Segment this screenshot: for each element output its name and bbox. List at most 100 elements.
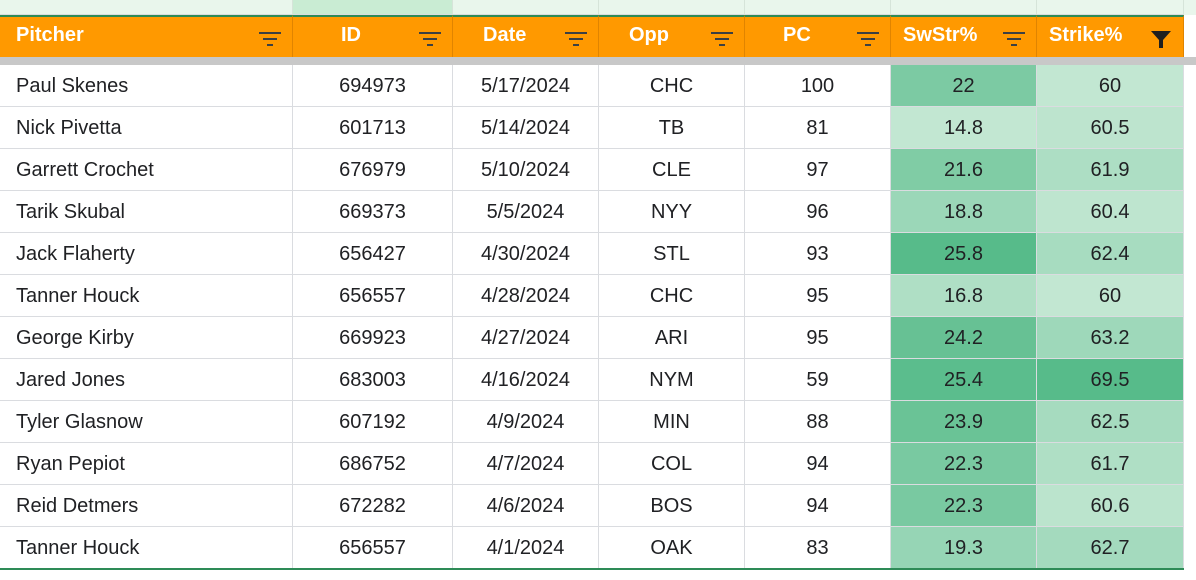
cell-date[interactable]: 4/28/2024 (453, 275, 599, 317)
cell-swstr[interactable]: 19.3 (891, 527, 1037, 569)
filter-lines-icon[interactable] (856, 29, 880, 49)
cell-pc[interactable]: 83 (745, 527, 891, 569)
cell-pc[interactable]: 93 (745, 233, 891, 275)
header-pitcher[interactable]: Pitcher (0, 15, 293, 57)
cell-swstr[interactable]: 22 (891, 65, 1037, 107)
cell-strike[interactable]: 60.6 (1037, 485, 1184, 527)
cell-swstr[interactable]: 24.2 (891, 317, 1037, 359)
cell-pitcher[interactable]: Paul Skenes (0, 65, 293, 107)
cell-pitcher[interactable]: Reid Detmers (0, 485, 293, 527)
header-strike[interactable]: Strike% (1037, 15, 1184, 57)
cell-id[interactable]: 669373 (293, 191, 453, 233)
header-id[interactable]: ID (293, 15, 453, 57)
cell-pc[interactable]: 81 (745, 107, 891, 149)
cell-date[interactable]: 5/10/2024 (453, 149, 599, 191)
cell-date[interactable]: 5/17/2024 (453, 65, 599, 107)
cell-swstr[interactable]: 25.8 (891, 233, 1037, 275)
header-swstr[interactable]: SwStr% (891, 15, 1037, 57)
cell-pitcher[interactable]: Jared Jones (0, 359, 293, 401)
cell-pitcher[interactable]: Ryan Pepiot (0, 443, 293, 485)
cell-strike[interactable]: 62.7 (1037, 527, 1184, 569)
cell-strike[interactable]: 61.7 (1037, 443, 1184, 485)
cell-pitcher[interactable]: Nick Pivetta (0, 107, 293, 149)
cell-id[interactable]: 676979 (293, 149, 453, 191)
cell-strike[interactable]: 60.5 (1037, 107, 1184, 149)
cell-opp[interactable]: TB (599, 107, 745, 149)
filter-lines-icon[interactable] (710, 29, 734, 49)
cell-swstr[interactable]: 25.4 (891, 359, 1037, 401)
cell-date[interactable]: 4/9/2024 (453, 401, 599, 443)
cell-date[interactable]: 5/5/2024 (453, 191, 599, 233)
cell-strike[interactable]: 60 (1037, 275, 1184, 317)
cell-pitcher[interactable]: Tanner Houck (0, 275, 293, 317)
frozen-row-divider[interactable] (0, 57, 1196, 65)
cell-pitcher[interactable]: Tyler Glasnow (0, 401, 293, 443)
cell-pc[interactable]: 94 (745, 443, 891, 485)
cell-swstr[interactable]: 22.3 (891, 443, 1037, 485)
cell-date[interactable]: 4/27/2024 (453, 317, 599, 359)
cell-strike[interactable]: 62.4 (1037, 233, 1184, 275)
cell-date[interactable]: 4/30/2024 (453, 233, 599, 275)
cell-id[interactable]: 686752 (293, 443, 453, 485)
cell-pitcher[interactable]: Tanner Houck (0, 527, 293, 569)
cell-strike[interactable]: 62.5 (1037, 401, 1184, 443)
cell-opp[interactable]: NYY (599, 191, 745, 233)
cell-swstr[interactable]: 14.8 (891, 107, 1037, 149)
cell-pc[interactable]: 88 (745, 401, 891, 443)
cell-date[interactable]: 5/14/2024 (453, 107, 599, 149)
cell-pc[interactable]: 94 (745, 485, 891, 527)
cell-id[interactable]: 694973 (293, 65, 453, 107)
cell-id[interactable]: 672282 (293, 485, 453, 527)
cell-id[interactable]: 656557 (293, 275, 453, 317)
cell-opp[interactable]: MIN (599, 401, 745, 443)
cell-swstr[interactable]: 18.8 (891, 191, 1037, 233)
cell-pc[interactable]: 95 (745, 275, 891, 317)
cell-id[interactable]: 656427 (293, 233, 453, 275)
cell-strike[interactable]: 60 (1037, 65, 1184, 107)
cell-swstr[interactable]: 21.6 (891, 149, 1037, 191)
cell-pitcher[interactable]: Tarik Skubal (0, 191, 293, 233)
cell-strike[interactable]: 69.5 (1037, 359, 1184, 401)
header-opp[interactable]: Opp (599, 15, 745, 57)
cell-opp[interactable]: CLE (599, 149, 745, 191)
cell-pitcher[interactable]: George Kirby (0, 317, 293, 359)
cell-swstr[interactable]: 23.9 (891, 401, 1037, 443)
filter-lines-icon[interactable] (564, 29, 588, 49)
funnel-icon[interactable] (1149, 29, 1173, 49)
cell-pc[interactable]: 97 (745, 149, 891, 191)
table-row: Tyler Glasnow 607192 4/9/2024 MIN 88 23.9 62.5 (0, 401, 1196, 443)
cell-swstr[interactable]: 16.8 (891, 275, 1037, 317)
cell-date[interactable]: 4/1/2024 (453, 527, 599, 569)
filter-lines-icon[interactable] (258, 29, 282, 49)
cell-date[interactable]: 4/16/2024 (453, 359, 599, 401)
cell-strike[interactable]: 61.9 (1037, 149, 1184, 191)
cell-pitcher[interactable]: Garrett Crochet (0, 149, 293, 191)
cell-pc[interactable]: 96 (745, 191, 891, 233)
cell-id[interactable]: 601713 (293, 107, 453, 149)
cell-pc[interactable]: 95 (745, 317, 891, 359)
cell-opp[interactable]: STL (599, 233, 745, 275)
cell-opp[interactable]: OAK (599, 527, 745, 569)
cell-id[interactable]: 669923 (293, 317, 453, 359)
filter-lines-icon[interactable] (1002, 29, 1026, 49)
cell-opp[interactable]: NYM (599, 359, 745, 401)
cell-date[interactable]: 4/7/2024 (453, 443, 599, 485)
cell-opp[interactable]: ARI (599, 317, 745, 359)
cell-id[interactable]: 683003 (293, 359, 453, 401)
cell-strike[interactable]: 63.2 (1037, 317, 1184, 359)
cell-id[interactable]: 607192 (293, 401, 453, 443)
header-pc[interactable]: PC (745, 15, 891, 57)
cell-id[interactable]: 656557 (293, 527, 453, 569)
filter-lines-icon[interactable] (418, 29, 442, 49)
header-date[interactable]: Date (453, 15, 599, 57)
cell-opp[interactable]: BOS (599, 485, 745, 527)
cell-date[interactable]: 4/6/2024 (453, 485, 599, 527)
cell-opp[interactable]: CHC (599, 275, 745, 317)
cell-swstr[interactable]: 22.3 (891, 485, 1037, 527)
cell-pc[interactable]: 59 (745, 359, 891, 401)
cell-pitcher[interactable]: Jack Flaherty (0, 233, 293, 275)
cell-opp[interactable]: COL (599, 443, 745, 485)
cell-pc[interactable]: 100 (745, 65, 891, 107)
cell-opp[interactable]: CHC (599, 65, 745, 107)
cell-strike[interactable]: 60.4 (1037, 191, 1184, 233)
